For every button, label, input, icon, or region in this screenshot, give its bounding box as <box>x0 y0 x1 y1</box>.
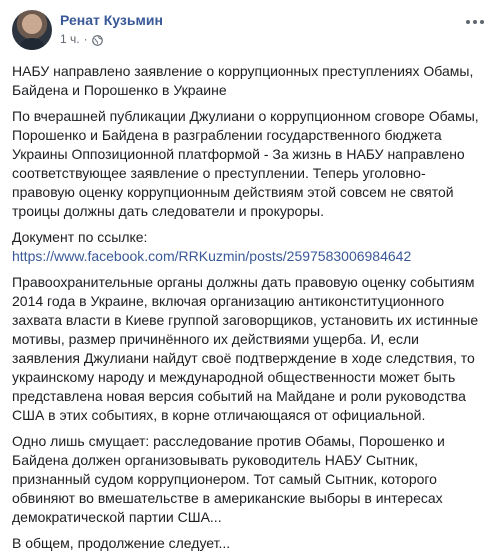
more-options-button[interactable] <box>465 14 485 30</box>
globe-icon <box>91 34 103 46</box>
post-paragraph: По вчерашней публикации Джулиани о корру… <box>12 108 479 219</box>
author-name[interactable]: Ренат Кузьмин <box>60 11 485 29</box>
post-paragraph: Одно лишь смущает: расследование против … <box>12 433 445 525</box>
post-header: Ренат Кузьмин 1 ч. · <box>12 10 485 62</box>
more-dot <box>466 20 470 24</box>
separator-dot: · <box>83 32 88 46</box>
post-subline: 1 ч. · <box>60 31 485 47</box>
post-meta: Ренат Кузьмин 1 ч. · <box>60 10 485 47</box>
more-dot <box>473 20 477 24</box>
post-timestamp[interactable]: 1 ч. <box>60 31 80 47</box>
document-link[interactable]: https://www.facebook.com/RRKuzmin/posts/… <box>12 248 411 264</box>
post-paragraph: Правоохранительные органы должны дать пр… <box>12 274 479 423</box>
post-headline: НАБУ направлено заявление о коррупционны… <box>12 63 474 98</box>
more-dot <box>480 20 484 24</box>
avatar[interactable] <box>12 10 52 50</box>
post-body: НАБУ направлено заявление о коррупционны… <box>12 62 485 553</box>
facebook-post: Ренат Кузьмин 1 ч. · НАБУ направлено зая… <box>0 0 497 552</box>
post-paragraph: В общем, продолжение следует... <box>12 535 231 551</box>
document-link-block: Документ по ссылке: https://www.facebook… <box>12 228 485 266</box>
document-label: Документ по ссылке: <box>12 229 148 245</box>
